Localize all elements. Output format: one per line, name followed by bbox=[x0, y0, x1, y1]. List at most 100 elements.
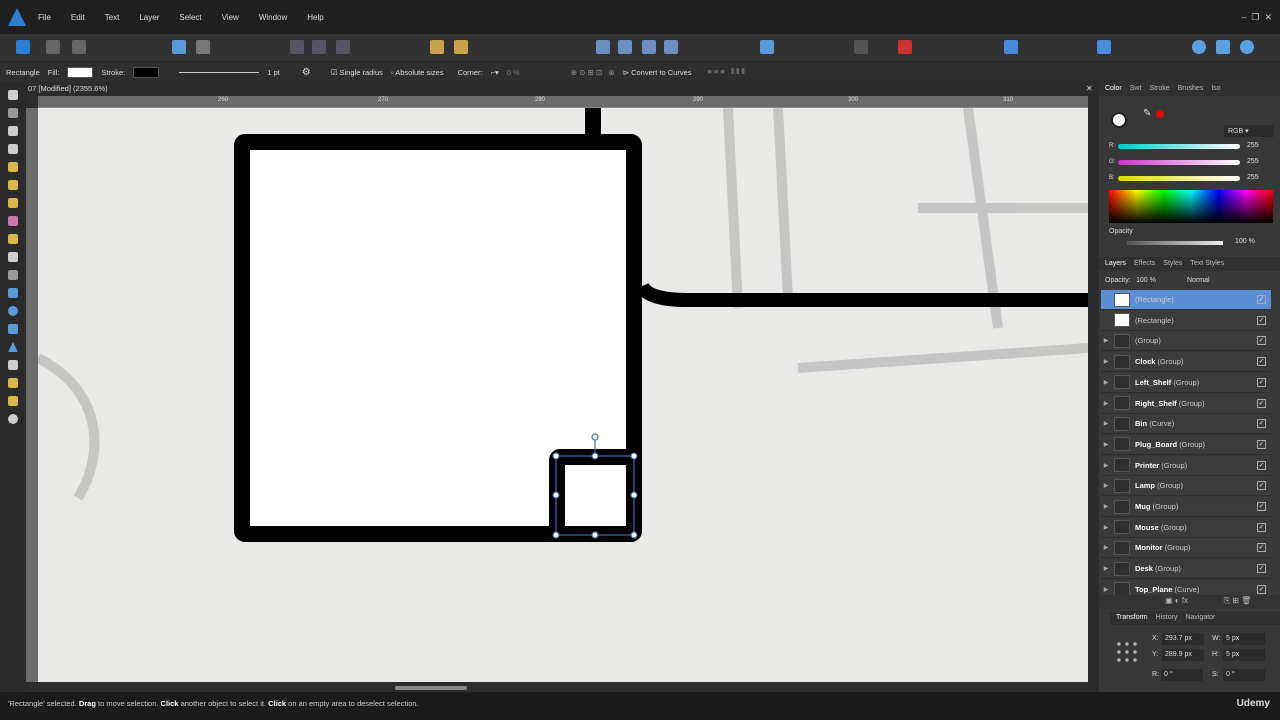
layer-row[interactable]: ▶ (Group) ✓ bbox=[1101, 331, 1271, 352]
boolean-add-icon[interactable] bbox=[1004, 40, 1018, 54]
assistant-icon[interactable] bbox=[1192, 40, 1206, 54]
view-icon[interactable] bbox=[1240, 40, 1254, 54]
window-controls[interactable]: – ❐ ✕ bbox=[1241, 12, 1272, 23]
expand-arrow-icon[interactable]: ▶ bbox=[1101, 524, 1111, 531]
color-spectrum[interactable] bbox=[1109, 190, 1273, 223]
corner-type-dropdown[interactable]: ⌐▾ bbox=[491, 68, 499, 77]
layer-row[interactable]: ▶ Bin (Curve) ✓ bbox=[1101, 414, 1271, 435]
rounded-rect-tool-icon[interactable] bbox=[8, 324, 18, 334]
pen-tool-icon[interactable] bbox=[8, 162, 18, 172]
menu-file[interactable]: File bbox=[38, 13, 51, 22]
visibility-checkbox[interactable]: ✓ bbox=[1257, 419, 1266, 429]
single-radius-checkbox[interactable]: ☑ Single radius bbox=[331, 68, 383, 77]
preferences-icon[interactable] bbox=[1216, 40, 1230, 54]
tab-styles[interactable]: Styles bbox=[1163, 260, 1182, 268]
small-rectangle[interactable] bbox=[549, 449, 642, 542]
visibility-checkbox[interactable]: ✓ bbox=[1257, 315, 1266, 325]
visibility-checkbox[interactable]: ✓ bbox=[1257, 543, 1266, 553]
expand-arrow-icon[interactable]: ▶ bbox=[1101, 441, 1111, 448]
width-field[interactable]: 5 px bbox=[1223, 633, 1265, 645]
expand-arrow-icon[interactable]: ▶ bbox=[1101, 420, 1111, 427]
tab-layers[interactable]: Layers bbox=[1105, 260, 1126, 268]
expand-arrow-icon[interactable]: ▶ bbox=[1101, 544, 1111, 551]
triangle-tool-icon[interactable] bbox=[8, 342, 18, 352]
menu-edit[interactable]: Edit bbox=[71, 13, 85, 22]
opacity-value[interactable]: 100 % bbox=[1235, 238, 1255, 245]
flip-v-icon[interactable] bbox=[618, 40, 632, 54]
layer-row[interactable]: ▶ Clock (Group) ✓ bbox=[1101, 352, 1271, 373]
gear-icon[interactable]: ⚙ bbox=[302, 67, 311, 78]
fill-swatch[interactable] bbox=[67, 66, 94, 78]
menu-select[interactable]: Select bbox=[179, 13, 201, 22]
expand-arrow-icon[interactable]: ▶ bbox=[1101, 565, 1111, 572]
zoom-tool-icon[interactable] bbox=[8, 414, 18, 424]
blend-mode-dropdown[interactable]: Normal bbox=[1187, 277, 1210, 284]
horizontal-scrollbar[interactable] bbox=[395, 686, 467, 690]
pixel-persona-icon[interactable] bbox=[46, 40, 60, 54]
corner-tool-icon[interactable] bbox=[8, 144, 18, 154]
export-persona-icon[interactable] bbox=[72, 40, 86, 54]
eyedropper-icon[interactable]: ✎ bbox=[1143, 108, 1151, 119]
tab-text-styles[interactable]: Text Styles bbox=[1190, 260, 1224, 268]
horizontal-curve[interactable] bbox=[635, 282, 1088, 307]
menu-text[interactable]: Text bbox=[105, 13, 120, 22]
isolate-icon[interactable] bbox=[172, 40, 186, 54]
tab-transform[interactable]: Transform bbox=[1116, 614, 1148, 622]
canvas[interactable] bbox=[38, 108, 1088, 682]
tab-brushes[interactable]: Brushes bbox=[1178, 85, 1204, 93]
arrange-forward-icon[interactable] bbox=[454, 40, 468, 54]
layer-row[interactable]: ▶ Desk (Group) ✓ bbox=[1101, 559, 1271, 580]
tab-iso[interactable]: Iso bbox=[1211, 85, 1220, 93]
layer-row[interactable]: ▶ Right_Shelf (Group) ✓ bbox=[1101, 393, 1271, 414]
align-icon[interactable] bbox=[760, 40, 774, 54]
rectangle-tool-icon[interactable] bbox=[8, 288, 18, 298]
snap3-icon[interactable] bbox=[336, 40, 350, 54]
menu-layer[interactable]: Layer bbox=[139, 13, 159, 22]
stroke-width-slider[interactable] bbox=[179, 71, 260, 73]
visibility-checkbox[interactable]: ✓ bbox=[1257, 584, 1266, 594]
rotate-icon[interactable] bbox=[642, 40, 656, 54]
visibility-checkbox[interactable]: ✓ bbox=[1257, 564, 1266, 574]
boolean-divide-icon[interactable] bbox=[1097, 40, 1111, 54]
fill-stroke-selector[interactable] bbox=[1111, 112, 1127, 128]
layer-row[interactable]: (Rectangle) ✓ bbox=[1101, 290, 1271, 310]
crop-tool-icon[interactable] bbox=[8, 270, 18, 280]
expand-arrow-icon[interactable]: ▶ bbox=[1101, 503, 1111, 510]
hand-tool-icon[interactable] bbox=[8, 396, 18, 406]
color-mode-dropdown[interactable]: RGB ▾ bbox=[1224, 125, 1274, 137]
recent-color-swatch[interactable] bbox=[1156, 110, 1164, 118]
menu-window[interactable]: Window bbox=[259, 13, 287, 22]
expand-arrow-icon[interactable]: ▶ bbox=[1101, 400, 1111, 407]
align-icons[interactable]: ≡ ≡ ≡ ⫴ ⫴ ⫴ bbox=[708, 67, 745, 77]
visibility-checkbox[interactable]: ✓ bbox=[1257, 481, 1266, 491]
expand-arrow-icon[interactable]: ▶ bbox=[1101, 337, 1111, 344]
red-slider[interactable] bbox=[1118, 144, 1240, 149]
green-slider[interactable] bbox=[1118, 160, 1240, 165]
expand-arrow-icon[interactable]: ▶ bbox=[1101, 462, 1111, 469]
menu-help[interactable]: Help bbox=[307, 13, 323, 22]
document-tab[interactable]: 07 [Modified] (2355.6%) bbox=[28, 84, 108, 93]
tab-color[interactable]: Color bbox=[1105, 85, 1122, 93]
visibility-checkbox[interactable]: ✓ bbox=[1257, 522, 1266, 532]
shear-field[interactable]: 0 ° bbox=[1223, 669, 1265, 681]
green-value[interactable]: 255 bbox=[1247, 158, 1259, 165]
transform-icons[interactable]: ⊕ ⊙ ⊞ ⊡ ⊛ bbox=[571, 68, 615, 77]
brush-tool-icon[interactable] bbox=[8, 198, 18, 208]
tab-swatches[interactable]: Swt bbox=[1130, 85, 1142, 93]
arrange-back-icon[interactable] bbox=[430, 40, 444, 54]
tab-history[interactable]: History bbox=[1156, 614, 1178, 622]
layer-row[interactable]: ▶ Left_Shelf (Group) ✓ bbox=[1101, 372, 1271, 393]
blue-value[interactable]: 255 bbox=[1247, 174, 1259, 181]
ellipse-tool-icon[interactable] bbox=[8, 306, 18, 316]
tab-effects[interactable]: Effects bbox=[1134, 260, 1155, 268]
vertical-ruler[interactable] bbox=[26, 108, 38, 682]
rotate2-icon[interactable] bbox=[664, 40, 678, 54]
layer-row[interactable]: ▶ Printer (Group) ✓ bbox=[1101, 455, 1271, 476]
geometry-icon[interactable] bbox=[196, 40, 210, 54]
horizontal-ruler[interactable]: 260 270 280 290 300 310 bbox=[38, 96, 1088, 108]
expand-arrow-icon[interactable]: ▶ bbox=[1101, 586, 1111, 593]
rotation-field[interactable]: 0 ° bbox=[1161, 669, 1203, 681]
flip-h-icon[interactable] bbox=[596, 40, 610, 54]
menu-view[interactable]: View bbox=[222, 13, 239, 22]
visibility-checkbox[interactable]: ✓ bbox=[1257, 357, 1266, 367]
